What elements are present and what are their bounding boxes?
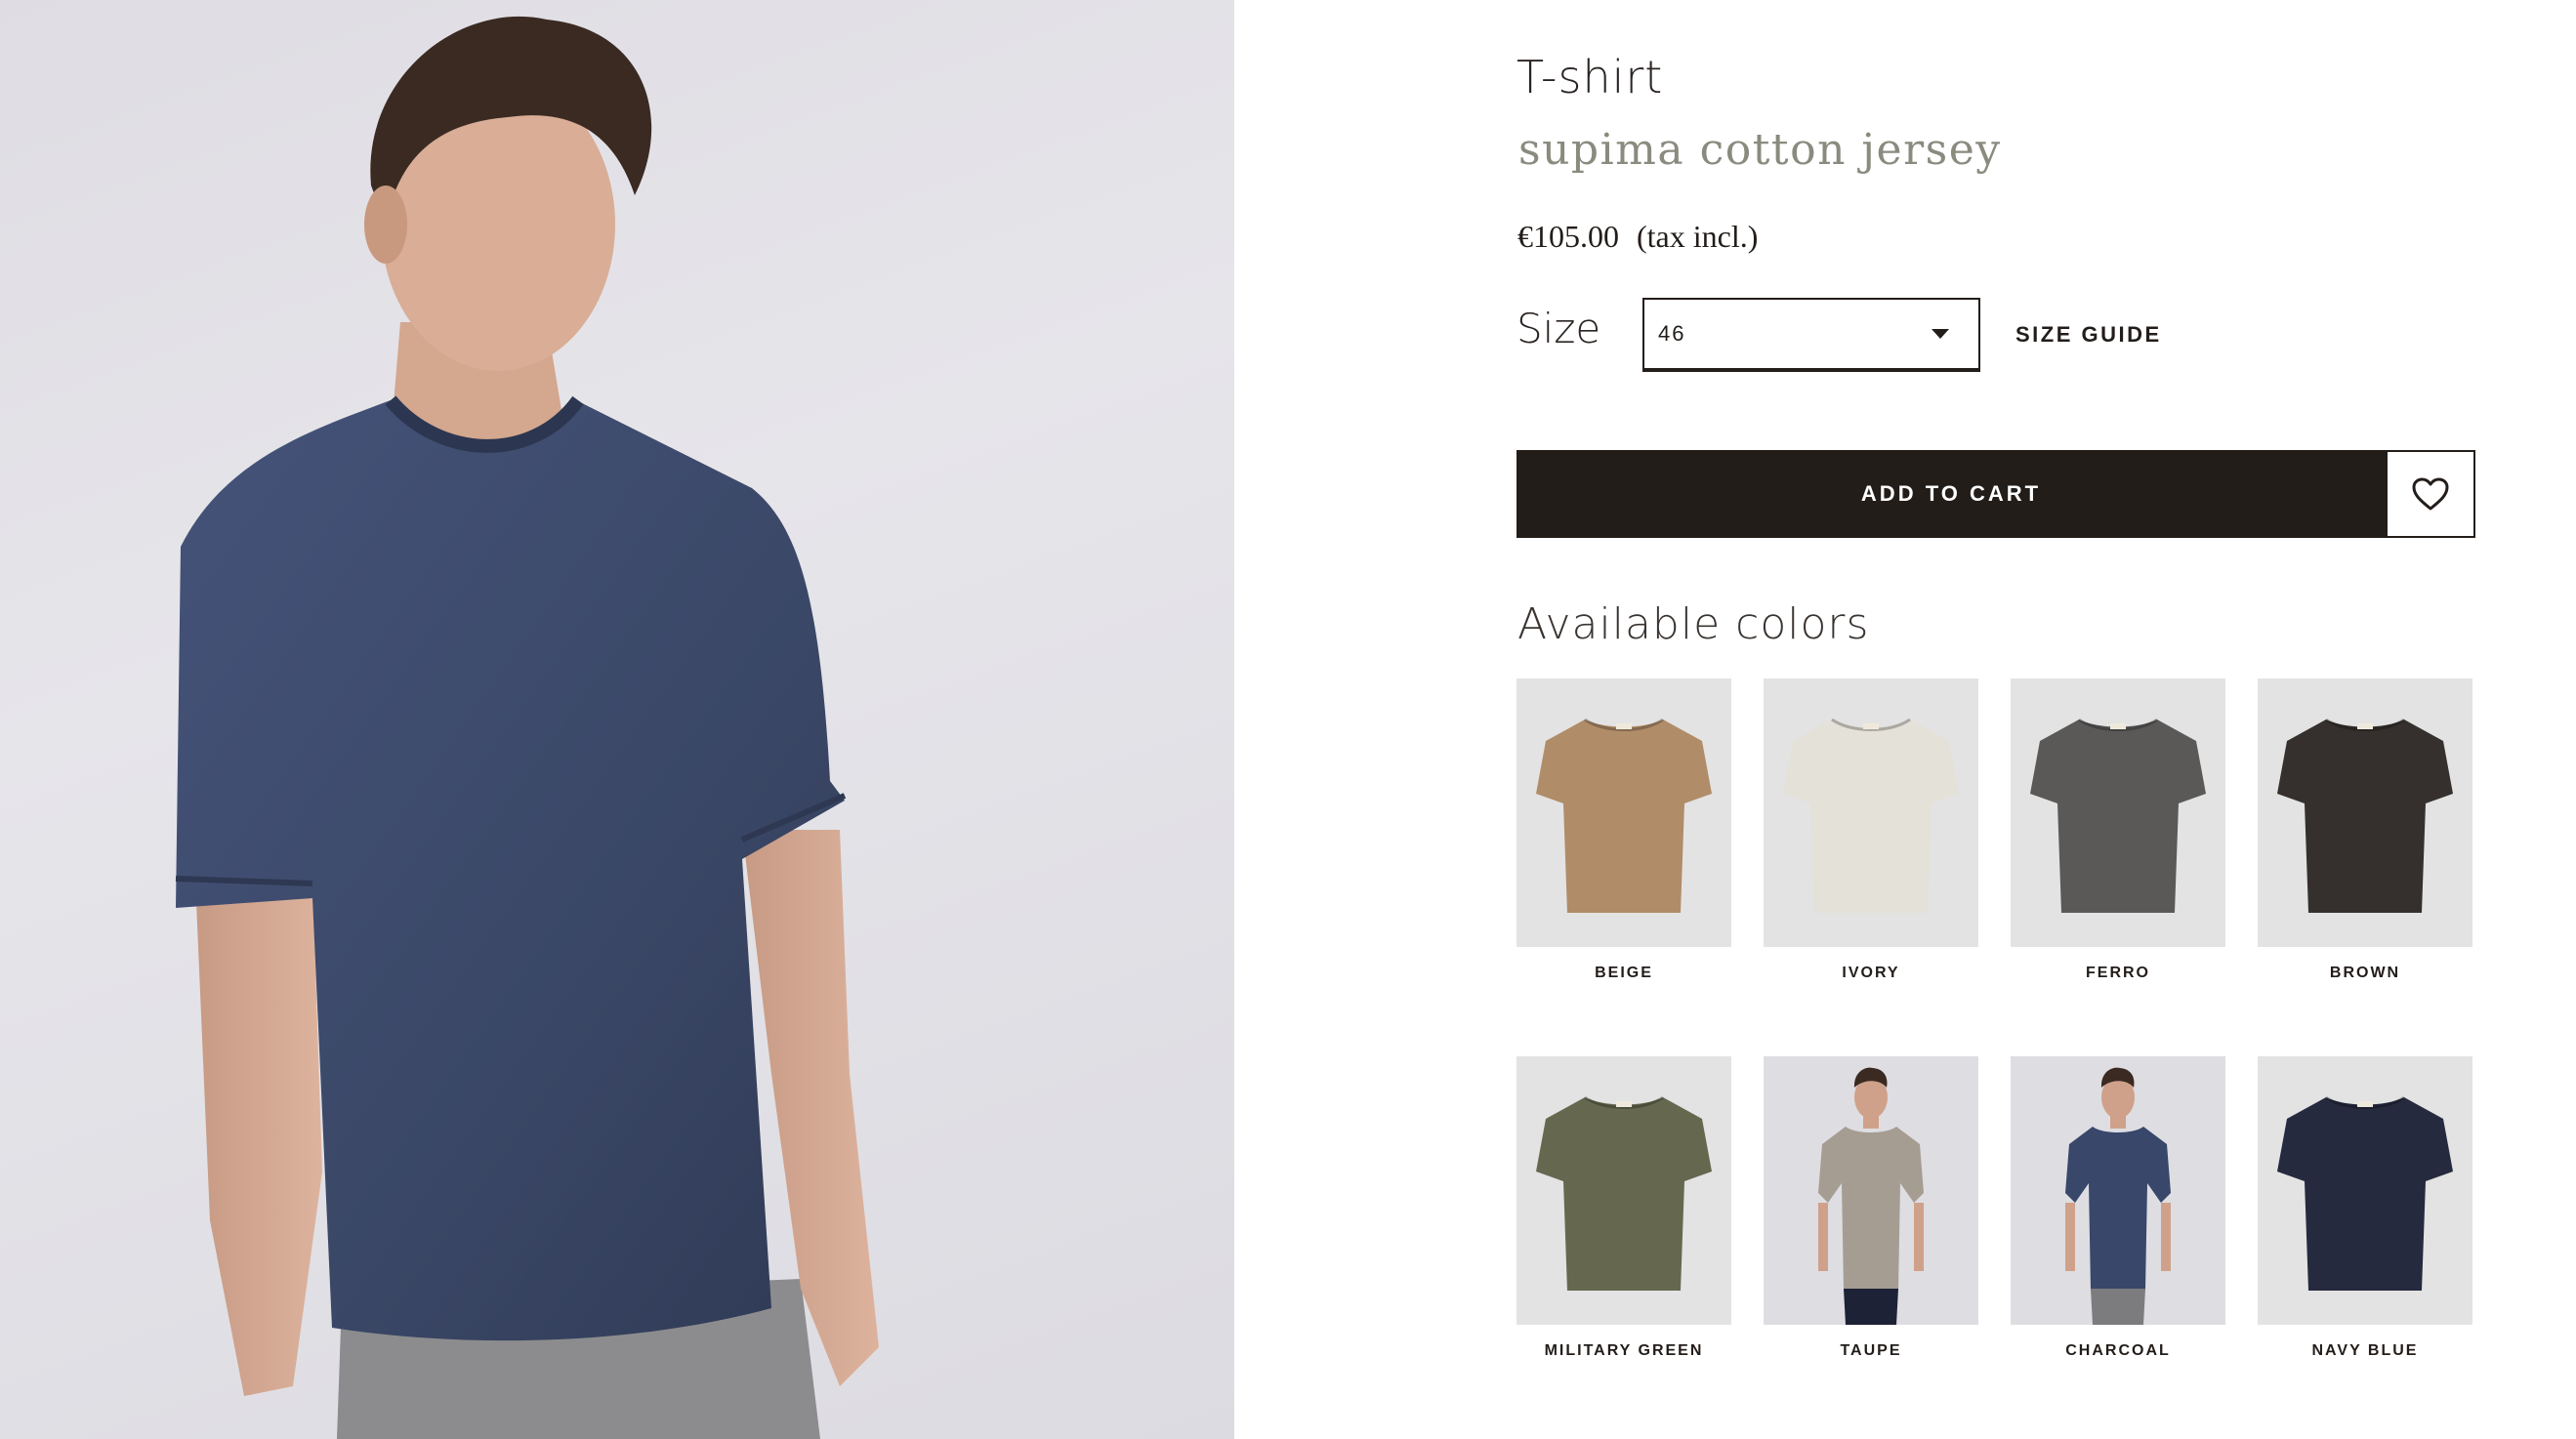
- swatch-label: BROWN: [2329, 965, 2401, 981]
- swatch-label: IVORY: [1842, 965, 1900, 981]
- size-selected-value: 46: [1658, 321, 1686, 346]
- add-to-cart-button[interactable]: ADD TO CART: [1517, 450, 2386, 538]
- swatch-image: [1517, 678, 1731, 947]
- heart-icon: [2412, 477, 2449, 511]
- color-swatch-beige[interactable]: BEIGE: [1517, 678, 1731, 982]
- swatch-label: FERRO: [2086, 965, 2150, 981]
- color-swatch-charcoal[interactable]: CHARCOAL: [2011, 1056, 2225, 1360]
- swatch-label: BEIGE: [1595, 965, 1653, 981]
- swatch-label: MILITARY GREEN: [1544, 1342, 1704, 1359]
- swatch-image: [2011, 678, 2225, 947]
- color-swatch-brown[interactable]: BROWN: [2258, 678, 2472, 982]
- swatch-image: [2258, 678, 2472, 947]
- swatch-image: [1764, 678, 1978, 947]
- size-guide-link[interactable]: SIZE GUIDE: [2015, 322, 2162, 348]
- price-value: €105.00: [1517, 219, 1619, 254]
- swatch-image: [1764, 1056, 1978, 1325]
- color-swatch-ferro[interactable]: FERRO: [2011, 678, 2225, 982]
- swatch-label: NAVY BLUE: [2311, 1342, 2419, 1359]
- wishlist-button[interactable]: [2386, 450, 2475, 538]
- product-hero-image: [0, 0, 1234, 1439]
- caret-down-icon: [1932, 329, 1949, 339]
- product-page: T-shirt supima cotton jersey €105.00 (ta…: [0, 0, 2576, 1439]
- size-select[interactable]: 46: [1642, 298, 1980, 372]
- product-price: €105.00 (tax incl.): [1517, 219, 1758, 255]
- product-details-panel: T-shirt supima cotton jersey €105.00 (ta…: [1234, 0, 2576, 1439]
- color-swatch-military-green[interactable]: MILITARY GREEN: [1517, 1056, 1731, 1360]
- size-label: Size: [1517, 305, 1601, 352]
- product-subtitle: supima cotton jersey: [1518, 125, 2002, 175]
- product-title: T-shirt: [1517, 51, 1664, 103]
- swatch-image: [1517, 1056, 1731, 1325]
- swatch-label: CHARCOAL: [2065, 1342, 2171, 1359]
- swatch-label: TAUPE: [1840, 1342, 1902, 1359]
- color-swatch-ivory[interactable]: IVORY: [1764, 678, 1978, 982]
- available-colors-title: Available colors: [1517, 599, 1870, 649]
- model-photo: [175, 16, 879, 1439]
- swatch-image: [2258, 1056, 2472, 1325]
- tax-note: (tax incl.): [1637, 219, 1759, 254]
- color-swatch-navy-blue[interactable]: NAVY BLUE: [2258, 1056, 2472, 1360]
- color-swatch-taupe[interactable]: TAUPE: [1764, 1056, 1978, 1360]
- swatch-image: [2011, 1056, 2225, 1325]
